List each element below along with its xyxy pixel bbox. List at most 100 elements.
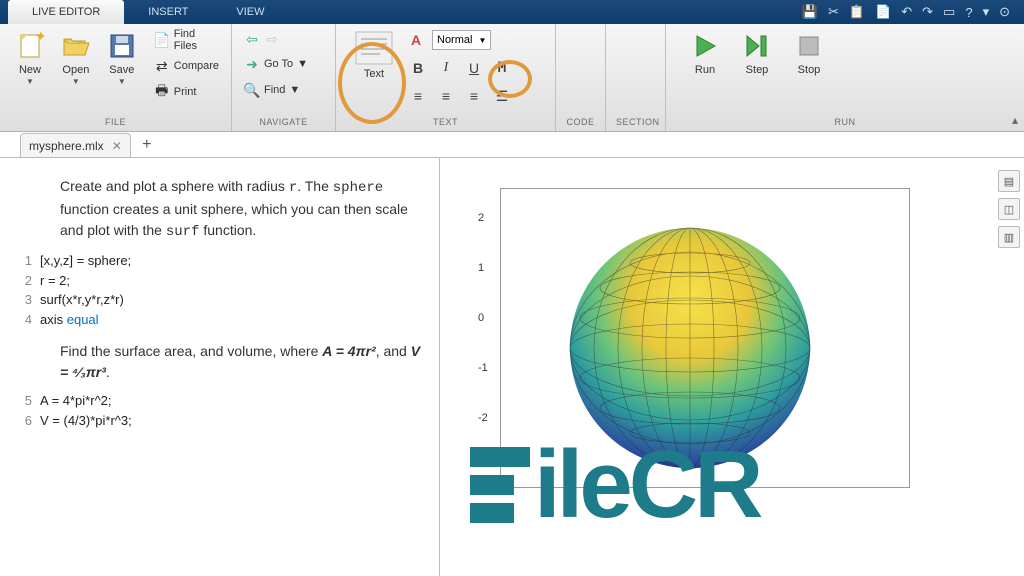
help-icon[interactable]: ?	[965, 5, 972, 20]
new-file-icon: ✦	[14, 30, 46, 62]
list-icon[interactable]: ☰	[492, 86, 512, 106]
layout-icon[interactable]: ▭	[943, 4, 955, 20]
ytick: 2	[478, 212, 484, 224]
italic-button[interactable]: I	[436, 58, 456, 78]
style-value: Normal	[437, 34, 472, 46]
goto-icon: ➜	[244, 56, 260, 72]
ytick: -2	[478, 412, 488, 424]
align-left-icon[interactable]: ≡	[408, 86, 428, 106]
align-center-icon[interactable]: ≡	[436, 86, 456, 106]
text-group-label: TEXT	[346, 115, 545, 131]
ribbon-toolbar: ✦ New ▼ Open ▼ Save ▼ 📄Find Files ⇄ Compa…	[0, 24, 1024, 132]
save-disk-icon	[106, 30, 138, 62]
text-label: Text	[364, 68, 384, 80]
code-group-label: CODE	[566, 115, 595, 131]
app-tabstrip: LIVE EDITOR INSERT VIEW 💾 ✂ 📋 📄 ↶ ↷ ▭ ? …	[0, 0, 1024, 24]
step-button[interactable]: Step	[734, 28, 780, 76]
paste-icon[interactable]: 📄	[875, 4, 891, 20]
code-lines: A = 4*pi*r^2; V = (4/3)*pi*r^3;	[40, 391, 132, 430]
run-button[interactable]: Run	[682, 28, 728, 76]
document-tab[interactable]: mysphere.mlx ✕	[20, 133, 131, 157]
svg-text:✦: ✦	[35, 31, 45, 44]
stop-button[interactable]: Stop	[786, 28, 832, 76]
chevron-down-icon: ▼	[478, 36, 486, 45]
chevron-down-icon[interactable]: ▾	[983, 4, 990, 20]
text-button[interactable]: Text	[346, 28, 402, 80]
chevron-down-icon: ▼	[26, 77, 34, 86]
compare-label: Compare	[174, 60, 219, 72]
tab-insert[interactable]: INSERT	[124, 0, 212, 24]
underline-button[interactable]: U	[464, 58, 484, 78]
run-play-icon	[689, 30, 721, 62]
output-right-icon[interactable]: ◫	[998, 198, 1020, 220]
style-dropdown[interactable]: Normal ▼	[432, 30, 491, 50]
chevron-down-icon: ▼	[118, 77, 126, 86]
undo-icon[interactable]: ↶	[901, 4, 912, 20]
arrow-left-icon: ⇦	[244, 31, 260, 47]
titlebar-quick-access: 💾 ✂ 📋 📄 ↶ ↷ ▭ ? ▾ ⊙	[802, 0, 1024, 24]
goto-button[interactable]: ➜ Go To ▼	[242, 52, 310, 76]
open-folder-icon	[60, 30, 92, 62]
save-label: Save	[109, 64, 134, 76]
find-files-label: Find Files	[174, 28, 219, 52]
editor-pane[interactable]: Create and plot a sphere with radius r. …	[0, 158, 440, 576]
open-button[interactable]: Open ▼	[56, 28, 96, 86]
run-label: Run	[695, 64, 715, 76]
print-icon: 🖶	[154, 84, 170, 100]
navigate-group-label: NAVIGATE	[242, 115, 325, 131]
step-icon	[741, 30, 773, 62]
align-right-icon[interactable]: ≡	[464, 86, 484, 106]
code-lines: [x,y,z] = sphere; r = 2; surf(x*r,y*r,z*…	[40, 251, 131, 329]
find-files-button[interactable]: 📄Find Files	[152, 28, 221, 52]
run-group-label: RUN	[676, 115, 1014, 131]
tab-view[interactable]: VIEW	[212, 0, 288, 24]
new-label: New	[19, 64, 41, 76]
document-tab-bar: mysphere.mlx ✕ +	[0, 132, 1024, 158]
ribbon-collapse-icon[interactable]: ▴	[1012, 113, 1018, 127]
tab-live-editor[interactable]: LIVE EDITOR	[8, 0, 124, 24]
save-icon[interactable]: 💾	[802, 4, 818, 20]
watermark: ileCR	[470, 430, 759, 540]
document-tab-label: mysphere.mlx	[29, 139, 104, 153]
compare-icon: ⇄	[154, 58, 170, 74]
paragraph-1: Create and plot a sphere with radius r. …	[12, 176, 427, 243]
find-files-icon: 📄	[154, 32, 170, 48]
text-block-icon	[354, 30, 394, 66]
copy-icon[interactable]: 📋	[849, 4, 865, 20]
ytick: -1	[478, 362, 488, 374]
open-label: Open	[62, 64, 89, 76]
code-block-1[interactable]: 1234 [x,y,z] = sphere; r = 2; surf(x*r,y…	[12, 251, 427, 329]
print-button[interactable]: 🖶 Print	[152, 80, 221, 104]
line-gutter: 56	[12, 391, 40, 430]
redo-icon[interactable]: ↷	[922, 4, 933, 20]
watermark-bars-icon	[470, 447, 530, 523]
chevron-down-icon: ▼	[72, 77, 80, 86]
section-group-label: SECTION	[616, 115, 655, 131]
output-hidden-icon[interactable]: ▥	[998, 226, 1020, 248]
find-button[interactable]: 🔍Find▼	[242, 78, 310, 102]
stop-label: Stop	[798, 64, 821, 76]
output-inline-icon[interactable]: ▤	[998, 170, 1020, 192]
code-block-2[interactable]: 56 A = 4*pi*r^2; V = (4/3)*pi*r^3;	[12, 391, 427, 430]
find-label: Find	[264, 84, 285, 96]
output-layout-icons: ▤ ◫ ▥	[998, 170, 1020, 248]
compare-button[interactable]: ⇄ Compare	[152, 54, 221, 78]
print-label: Print	[174, 86, 197, 98]
nav-back-forward[interactable]: ⇦⇨	[242, 28, 310, 50]
save-button[interactable]: Save ▼	[102, 28, 142, 86]
add-tab-button[interactable]: +	[135, 133, 159, 157]
chevron-down-icon: ▼	[297, 58, 308, 70]
close-tab-icon[interactable]: ✕	[112, 139, 122, 153]
step-label: Step	[746, 64, 769, 76]
arrow-right-icon: ⇨	[264, 31, 280, 47]
monospace-button[interactable]: M	[492, 58, 512, 78]
line-gutter: 1234	[12, 251, 40, 329]
new-button[interactable]: ✦ New ▼	[10, 28, 50, 86]
goto-label: Go To	[264, 58, 293, 70]
ytick: 0	[478, 312, 484, 324]
search-icon[interactable]: ⊙	[999, 4, 1010, 20]
bold-button[interactable]: B	[408, 58, 428, 78]
find-icon: 🔍	[244, 82, 260, 98]
heading-icon[interactable]: A	[408, 32, 424, 48]
cut-icon[interactable]: ✂	[828, 4, 839, 20]
